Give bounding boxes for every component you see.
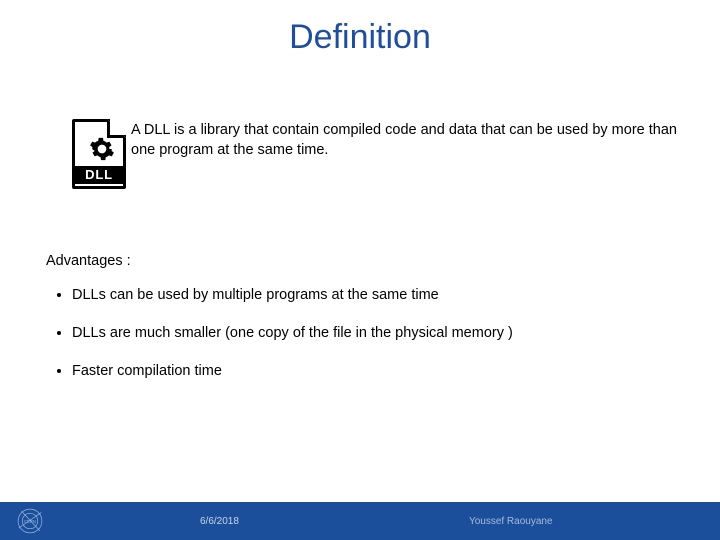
- advantages-heading: Advantages :: [46, 253, 720, 269]
- gear-icon: [89, 136, 115, 162]
- cern-logo-icon: CERN: [0, 507, 60, 535]
- footer-bar: CERN 6/6/2018 Youssef Raouyane: [0, 502, 720, 540]
- intro-block: DLL A DLL is a library that contain comp…: [68, 117, 680, 195]
- footer-date: 6/6/2018: [200, 516, 239, 527]
- list-item: DLLs can be used by multiple programs at…: [72, 287, 720, 303]
- slide: Definition DLL A DLL is a library that c…: [0, 0, 720, 540]
- footer-author: Youssef Raouyane: [469, 516, 553, 527]
- logo-text: CERN: [24, 519, 36, 524]
- dll-file-icon: DLL: [68, 117, 115, 195]
- intro-text: A DLL is a library that contain compiled…: [131, 117, 680, 160]
- list-item: Faster compilation time: [72, 363, 720, 379]
- advantages-list: DLLs can be used by multiple programs at…: [72, 287, 720, 379]
- slide-title: Definition: [0, 0, 720, 57]
- dll-icon-label: DLL: [75, 166, 123, 184]
- list-item: DLLs are much smaller (one copy of the f…: [72, 325, 720, 341]
